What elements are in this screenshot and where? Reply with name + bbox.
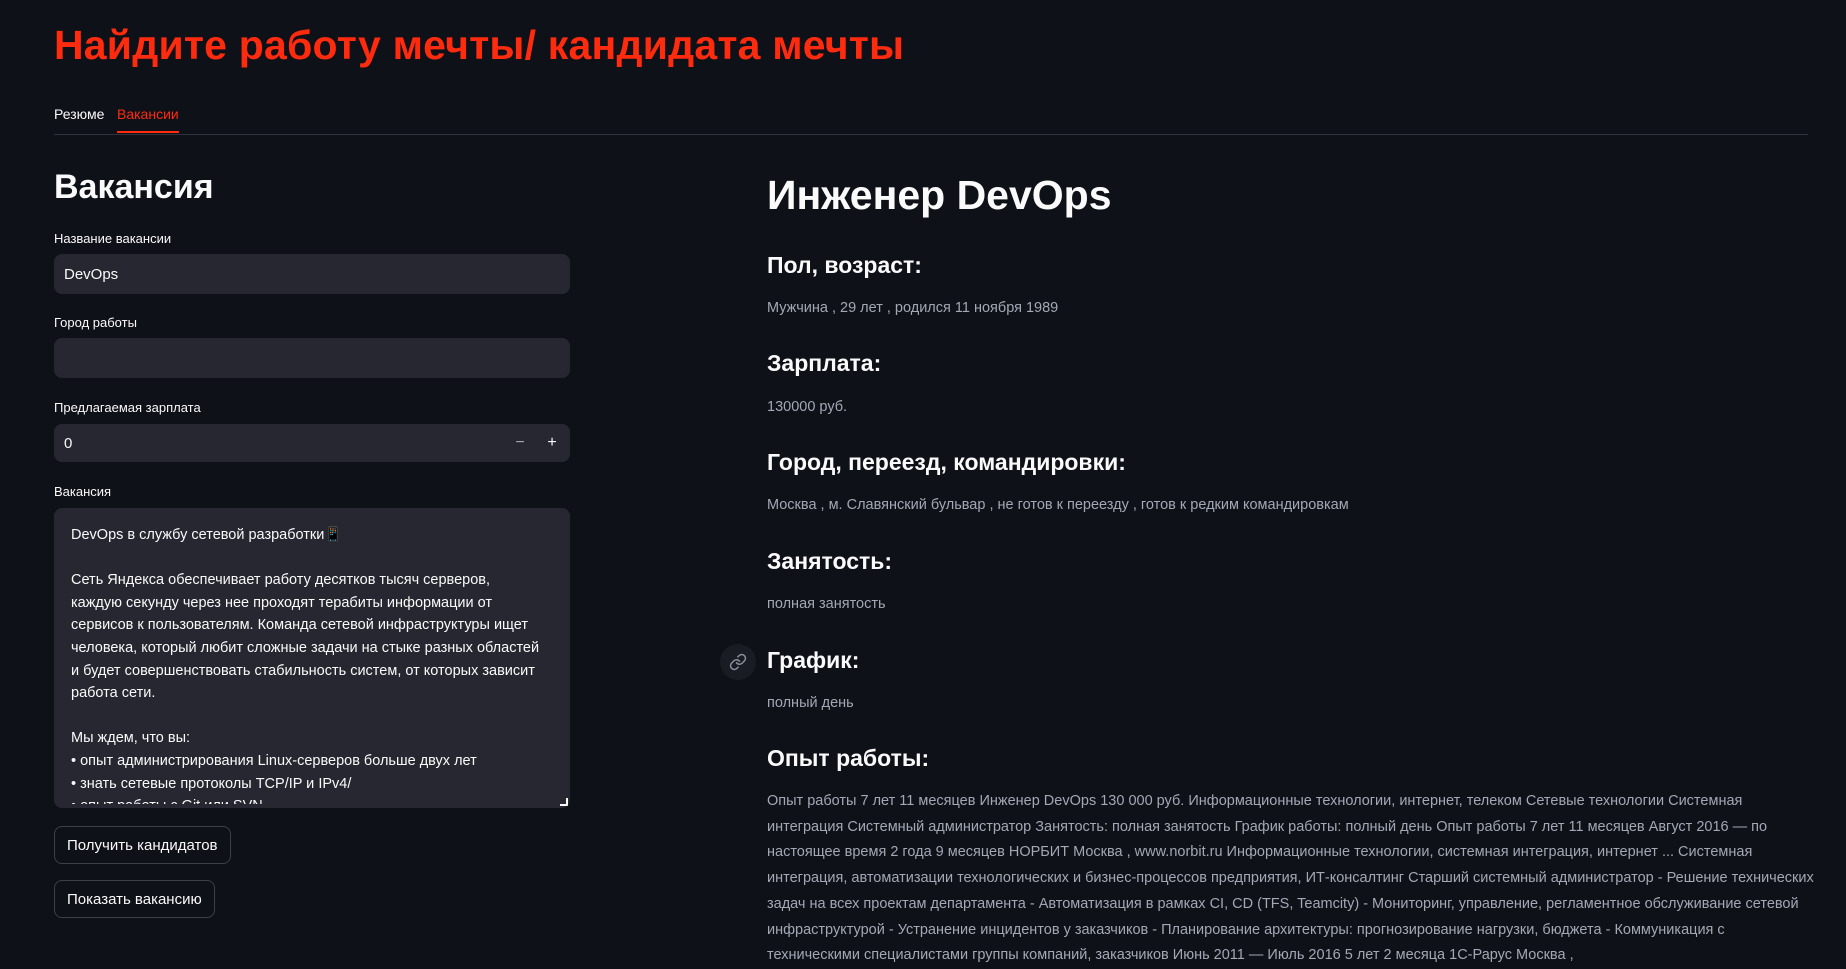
salary-input[interactable]	[64, 424, 464, 462]
city-heading: Город, переезд, командировки:	[767, 449, 1126, 475]
app-page: Найдите работу мечты/ кандидата мечты Ре…	[0, 0, 1846, 969]
salary-number-field: − +	[54, 424, 570, 462]
tab-resume[interactable]: Резюме	[54, 106, 104, 133]
result-title: Инженер DevOps	[767, 172, 1112, 218]
tab-vacancies[interactable]: Вакансии	[117, 106, 179, 133]
link-icon[interactable]	[720, 644, 756, 680]
salary-label: Предлагаемая зарплата	[54, 400, 201, 415]
get-candidates-button[interactable]: Получить кандидатов	[54, 826, 231, 864]
employment-value: полная занятость	[767, 596, 886, 612]
form-section-title: Вакансия	[54, 168, 214, 206]
description-textarea-wrapper: DevOps в службу сетевой разработки📱 Сеть…	[54, 508, 570, 808]
salary-value: 130000 руб.	[767, 399, 848, 415]
gender-age-heading: Пол, возраст:	[767, 252, 922, 278]
city-input[interactable]	[54, 338, 570, 378]
description-label: Вакансия	[54, 484, 112, 499]
gender-age-value: Мужчина , 29 лет , родился 11 ноября 198…	[767, 300, 1059, 316]
app-title: Найдите работу мечты/ кандидата мечты	[54, 22, 905, 68]
employment-heading: Занятость:	[767, 548, 893, 574]
show-vacancy-button[interactable]: Показать вакансию	[54, 880, 215, 918]
resize-handle-icon[interactable]	[560, 798, 568, 806]
salary-heading: Зарплата:	[767, 350, 882, 376]
description-textarea[interactable]: DevOps в службу сетевой разработки📱 Сеть…	[71, 524, 541, 804]
city-label: Город работы	[54, 315, 137, 330]
vacancy-title-input[interactable]	[54, 254, 570, 294]
increment-button[interactable]: +	[536, 424, 568, 462]
city-value: Москва , м. Славянский бульвар , не гото…	[767, 497, 1349, 513]
vacancy-title-label: Название вакансии	[54, 231, 172, 246]
schedule-value: полный день	[767, 695, 854, 711]
decrement-button[interactable]: −	[504, 424, 536, 462]
experience-heading: Опыт работы:	[767, 745, 930, 771]
experience-value: Опыт работы 7 лет 11 месяцев Инженер Dev…	[767, 793, 1814, 964]
tab-bar: Резюме Вакансии	[54, 98, 1808, 135]
schedule-heading: График:	[767, 647, 860, 673]
